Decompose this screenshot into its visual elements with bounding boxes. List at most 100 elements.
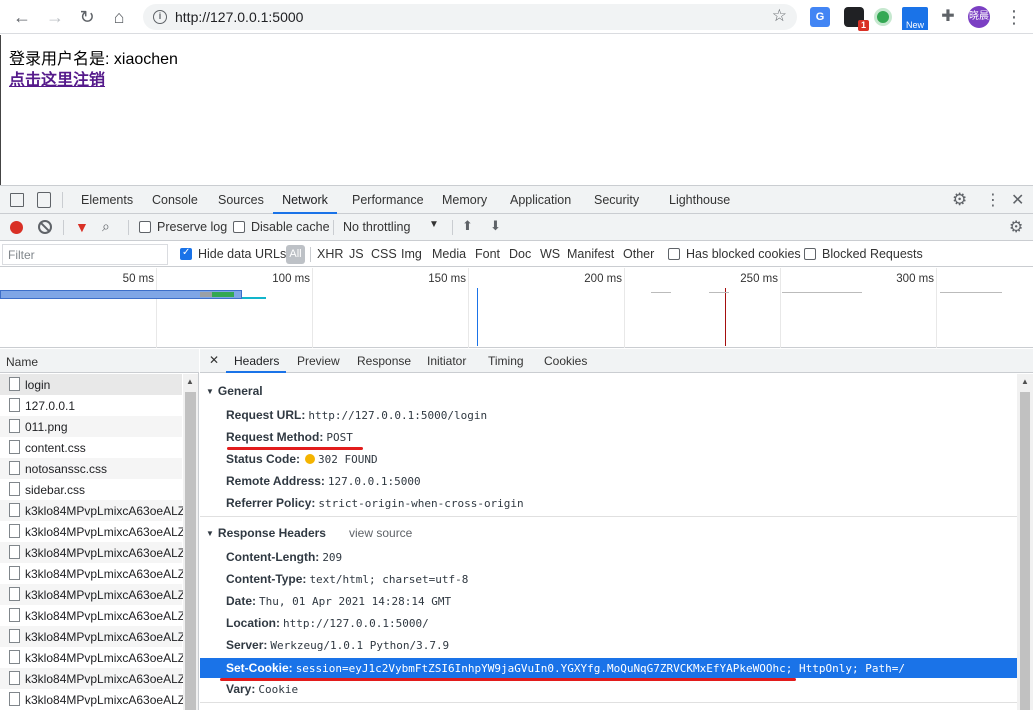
request-row[interactable]: content.css	[0, 437, 182, 458]
request-row[interactable]: k3klo84MPvpLmixcA63oeALZ	[0, 605, 185, 626]
view-source-link[interactable]: view source	[349, 526, 412, 540]
filter-ws[interactable]: WS	[540, 247, 560, 261]
tab-elements[interactable]: Elements	[81, 186, 133, 214]
close-detail-icon[interactable]: ✕	[209, 353, 219, 367]
grid-line	[156, 268, 157, 348]
tab-console[interactable]: Console	[152, 186, 198, 214]
tab-application[interactable]: Application	[510, 186, 571, 214]
request-row[interactable]: k3klo84MPvpLmixcA63oeALZ	[0, 668, 185, 689]
document-file-icon	[9, 461, 20, 475]
tab-cookies[interactable]: Cookies	[544, 354, 587, 368]
load-marker	[725, 288, 726, 346]
filter-funnel-icon[interactable]: ▼	[75, 219, 89, 235]
filter-media[interactable]: Media	[432, 247, 466, 261]
filter-font[interactable]: Font	[475, 247, 500, 261]
filter-css[interactable]: CSS	[371, 247, 397, 261]
extension-icon[interactable]: 1	[844, 7, 869, 31]
set-cookie-row[interactable]: Set-Cookie: session=eyJ1c2VybmFtZSI6InhpY…	[200, 658, 1017, 678]
filter-manifest[interactable]: Manifest	[567, 247, 614, 261]
browser-menu-icon[interactable]: ⋮	[1005, 5, 1023, 29]
document-file-icon	[9, 524, 20, 538]
server-row: Server: Werkzeug/1.0.1 Python/3.7.9	[226, 638, 449, 652]
filter-other[interactable]: Other	[623, 247, 654, 261]
home-icon[interactable]: ⌂	[107, 5, 131, 29]
header-value: Thu, 01 Apr 2021 14:28:14 GMT	[259, 595, 452, 608]
close-devtools-icon[interactable]: ✕	[1011, 190, 1024, 210]
request-row[interactable]: k3klo84MPvpLmixcA63oeALZ	[0, 584, 185, 605]
new-extension-icon[interactable]: New	[902, 7, 928, 30]
tab-response[interactable]: Response	[357, 354, 411, 368]
filter-js[interactable]: JS	[349, 247, 364, 261]
name-column-header[interactable]: Name	[0, 349, 199, 373]
chevron-down-icon[interactable]: ▼	[429, 219, 439, 230]
inspect-element-icon[interactable]	[10, 193, 24, 207]
hide-data-urls-checkbox[interactable]	[180, 247, 192, 260]
scroll-up-icon[interactable]: ▲	[186, 377, 194, 386]
back-arrow-icon[interactable]: ←	[10, 5, 34, 29]
throttling-select[interactable]: No throttling	[343, 220, 410, 234]
bookmark-star-icon[interactable]: ☆	[772, 6, 787, 26]
request-row[interactable]: login	[0, 374, 182, 395]
tab-performance[interactable]: Performance	[352, 186, 424, 214]
has-blocked-cookies-checkbox[interactable]	[668, 248, 680, 260]
logout-link[interactable]: 点击这里注销	[9, 66, 105, 90]
blocked-requests-checkbox[interactable]	[804, 248, 816, 260]
scroll-up-icon[interactable]: ▲	[1021, 377, 1029, 386]
preserve-log-checkbox[interactable]	[139, 221, 151, 233]
filter-doc[interactable]: Doc	[509, 247, 531, 261]
tab-sources[interactable]: Sources	[218, 186, 264, 214]
request-row[interactable]: k3klo84MPvpLmixcA63oeALZ	[0, 563, 185, 584]
scrollbar-thumb[interactable]	[185, 392, 196, 710]
import-har-icon[interactable]: ⬆	[462, 218, 473, 234]
extensions-puzzle-icon[interactable]: ✚	[938, 7, 958, 27]
request-row[interactable]: k3klo84MPvpLmixcA63oeALZ	[0, 521, 185, 542]
request-row[interactable]: 127.0.0.1	[0, 395, 182, 416]
filter-img[interactable]: Img	[401, 247, 422, 261]
request-method-row: Request Method: POST	[226, 430, 353, 444]
tab-initiator[interactable]: Initiator	[427, 354, 466, 368]
grid-line	[312, 268, 313, 348]
network-settings-gear-icon[interactable]: ⚙	[1009, 217, 1023, 237]
filter-xhr[interactable]: XHR	[317, 247, 343, 261]
request-row[interactable]: k3klo84MPvpLmixcA63oeALZ	[0, 626, 185, 647]
reload-icon[interactable]: ↻	[75, 5, 99, 29]
record-icon[interactable]	[10, 221, 23, 234]
request-row[interactable]: k3klo84MPvpLmixcA63oeALZ	[0, 689, 185, 710]
url-text[interactable]: http://127.0.0.1:5000	[175, 9, 303, 25]
tab-timing[interactable]: Timing	[488, 354, 524, 368]
tab-security[interactable]: Security	[594, 186, 639, 214]
tab-headers[interactable]: Headers	[234, 354, 279, 368]
request-row[interactable]: k3klo84MPvpLmixcA63oeALZ	[0, 542, 185, 563]
scrollbar-thumb[interactable]	[1020, 392, 1030, 710]
request-row[interactable]: notosanssc.css	[0, 458, 182, 479]
requests-scrollbar[interactable]: ▲	[183, 374, 198, 710]
disable-cache-checkbox[interactable]	[233, 221, 245, 233]
tab-memory[interactable]: Memory	[442, 186, 487, 214]
response-headers-section-toggle[interactable]: ▼ Response Headers	[206, 526, 326, 540]
address-bar[interactable]: i http://127.0.0.1:5000 ☆	[143, 4, 797, 30]
info-icon[interactable]: i	[153, 10, 167, 24]
request-row[interactable]: sidebar.css	[0, 479, 182, 500]
profile-avatar[interactable]: 晓晨	[968, 6, 990, 28]
forward-arrow-icon[interactable]: →	[43, 5, 67, 29]
translate-extension-icon[interactable]: G	[810, 7, 830, 27]
detail-scrollbar[interactable]: ▲	[1017, 374, 1033, 710]
tab-network[interactable]: Network	[273, 186, 337, 214]
tab-lighthouse[interactable]: Lighthouse	[669, 186, 730, 214]
request-name: notosanssc.css	[25, 462, 108, 476]
tab-preview[interactable]: Preview	[297, 354, 340, 368]
clear-icon[interactable]	[38, 220, 52, 234]
filter-input[interactable]: Filter	[2, 244, 168, 265]
request-row[interactable]: k3klo84MPvpLmixcA63oeALZ	[0, 500, 185, 521]
export-har-icon[interactable]: ⬇	[490, 218, 501, 234]
request-row[interactable]: k3klo84MPvpLmixcA63oeALZ	[0, 647, 185, 668]
network-overview-timeline[interactable]: 50 ms 100 ms 150 ms 200 ms 250 ms 300 ms	[0, 268, 1033, 348]
search-icon[interactable]: ⌕	[102, 218, 110, 235]
green-extension-icon[interactable]	[874, 8, 892, 26]
request-row[interactable]: 011.png	[0, 416, 182, 437]
settings-gear-icon[interactable]: ⚙	[952, 190, 967, 210]
device-toolbar-icon[interactable]	[37, 192, 51, 208]
general-section-toggle[interactable]: ▼ General	[206, 384, 263, 398]
filter-all-button[interactable]: All	[286, 245, 305, 264]
customize-menu-icon[interactable]: ⋮	[985, 190, 1001, 210]
